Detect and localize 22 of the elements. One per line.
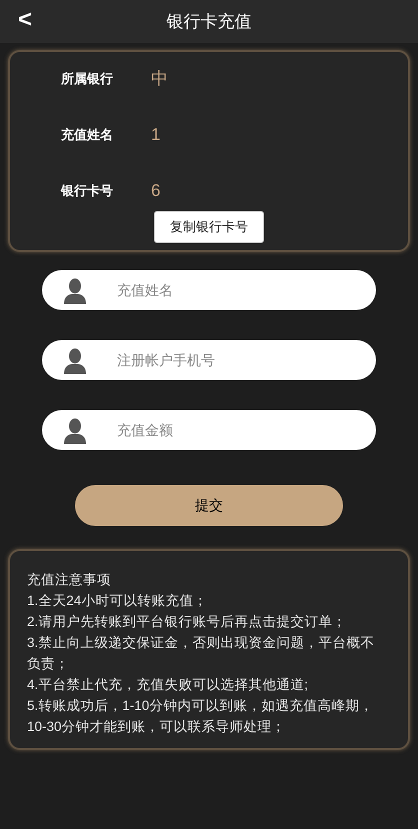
copy-card-number-button[interactable]: 复制银行卡号 bbox=[154, 211, 264, 243]
info-label: 充值姓名 bbox=[61, 126, 114, 144]
note-item: 5.转账成功后，1-10分钟内可以到账，如遇充值高峰期，10-30分钟才能到账，可以联系导师处理； bbox=[27, 697, 374, 736]
input-field[interactable]: 注册帐户手机号 bbox=[42, 340, 376, 380]
info-value: 6 bbox=[151, 180, 160, 202]
note-item: 1.全天24小时可以转账充值； bbox=[27, 592, 208, 610]
person-icon bbox=[63, 278, 87, 304]
input-field[interactable]: 充值金额 bbox=[42, 410, 376, 450]
note-item: 3.禁止向上级递交保证金，否则出现资金问题，平台概不负责； bbox=[27, 634, 376, 673]
info-label: 所属银行 bbox=[61, 70, 114, 88]
page-title: 银行卡充值 bbox=[166, 10, 252, 33]
note-item: 4.平台禁止代充，充值失败可以选择其他通道; bbox=[27, 676, 310, 694]
person-icon bbox=[63, 418, 87, 444]
info-value: 1 bbox=[151, 124, 160, 146]
back-button[interactable]: < bbox=[14, 6, 36, 34]
input-field[interactable]: 充值姓名 bbox=[42, 270, 376, 310]
info-label: 银行卡号 bbox=[61, 182, 114, 200]
submit-button[interactable]: 提交 bbox=[75, 485, 343, 526]
note-item: 2.请用户先转账到平台银行账号后再点击提交订单； bbox=[27, 613, 348, 631]
person-icon bbox=[63, 348, 87, 374]
info-value: 中 bbox=[151, 68, 168, 90]
notes-title: 充值注意事项 bbox=[27, 571, 112, 589]
